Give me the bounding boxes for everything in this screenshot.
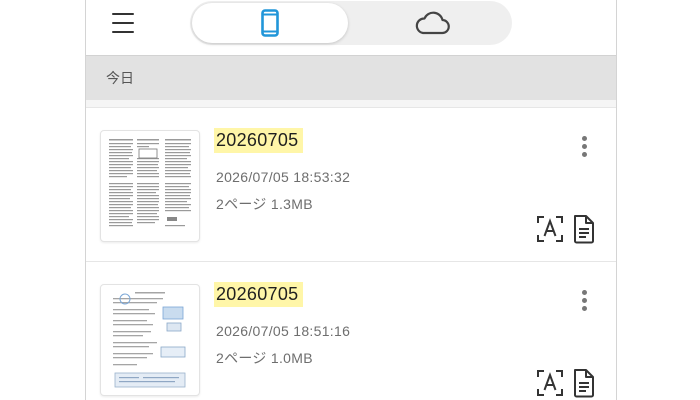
document-thumbnail <box>100 130 200 242</box>
document-list-item[interactable]: 20260705 2026/07/05 18:51:16 2ページ 1.0MB <box>86 261 616 400</box>
cloud-icon <box>415 11 450 35</box>
document-datetime: 2026/07/05 18:51:16 <box>216 323 351 339</box>
document-info: 2ページ 1.0MB <box>216 350 313 366</box>
section-header-label: 今日 <box>106 71 134 87</box>
smartphone-icon <box>261 9 279 37</box>
section-header-today: 今日 <box>86 55 616 100</box>
section-gap <box>86 100 616 107</box>
document-text-icon[interactable] <box>571 368 597 398</box>
text-recognition-icon[interactable] <box>536 214 564 244</box>
storage-segmented-control <box>190 1 512 45</box>
document-thumbnail <box>100 284 200 396</box>
document-title: 20260705 <box>214 128 303 153</box>
text-recognition-icon[interactable] <box>536 368 564 398</box>
document-info: 2ページ 1.3MB <box>216 196 313 212</box>
document-title: 20260705 <box>214 282 303 307</box>
segment-cloud[interactable] <box>352 1 512 45</box>
more-vertical-icon[interactable] <box>575 134 593 160</box>
top-toolbar <box>86 0 616 55</box>
document-text-icon[interactable] <box>571 214 597 244</box>
segment-device[interactable] <box>192 3 348 43</box>
hamburger-menu-icon[interactable] <box>108 10 140 36</box>
document-list-item[interactable]: 20260705 2026/07/05 18:53:32 2ページ 1.3MB <box>86 107 616 261</box>
document-datetime: 2026/07/05 18:53:32 <box>216 169 351 185</box>
app-screen: 今日 20260705 2026/07/05 18:53:32 2ページ 1.3… <box>85 0 617 400</box>
more-vertical-icon[interactable] <box>575 288 593 314</box>
